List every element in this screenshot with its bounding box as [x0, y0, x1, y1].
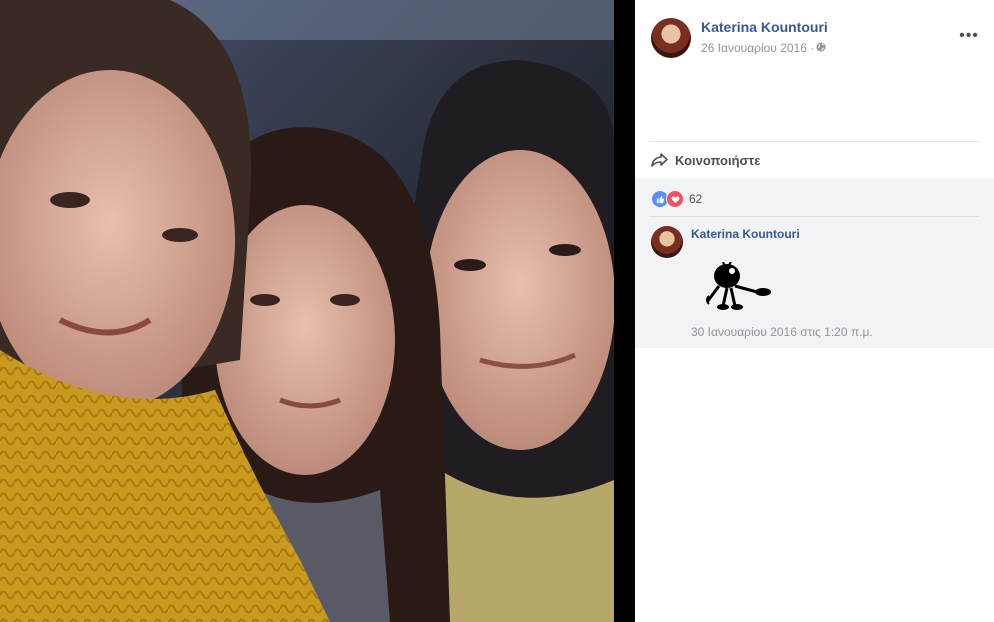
post-sidebar: Katerina Kountouri 26 Ιανουαρίου 2016 · …: [635, 0, 994, 622]
post-date[interactable]: 26 Ιανουαρίου 2016 ·: [701, 41, 814, 55]
love-icon: [666, 190, 684, 208]
comments-section: 62 Katerina Kountouri 30 Ιανουαρίου 2016…: [635, 178, 994, 348]
comment-timestamp[interactable]: 30 Ιανουαρίου 2016 στις 1:20 π.μ.: [691, 325, 873, 339]
author-name-link[interactable]: Katerina Kountouri: [701, 19, 828, 35]
reactions-summary[interactable]: 62: [651, 190, 702, 208]
author-avatar[interactable]: [651, 18, 691, 58]
post-photo[interactable]: [0, 0, 614, 622]
globe-icon[interactable]: [816, 42, 826, 52]
reaction-count[interactable]: 62: [689, 192, 702, 206]
more-options-button[interactable]: •••: [957, 26, 981, 50]
share-label: Κοινοποιήστε: [675, 152, 761, 168]
divider: [649, 141, 979, 142]
commenter-avatar[interactable]: [651, 226, 683, 258]
photo-image: [0, 0, 614, 622]
photo-side-gap: [614, 0, 635, 622]
commenter-name-link[interactable]: Katerina Kountouri: [691, 227, 800, 241]
share-icon: [651, 153, 668, 167]
sticker-icon: [705, 262, 771, 310]
divider: [649, 216, 979, 217]
share-button[interactable]: Κοινοποιήστε: [651, 150, 760, 170]
